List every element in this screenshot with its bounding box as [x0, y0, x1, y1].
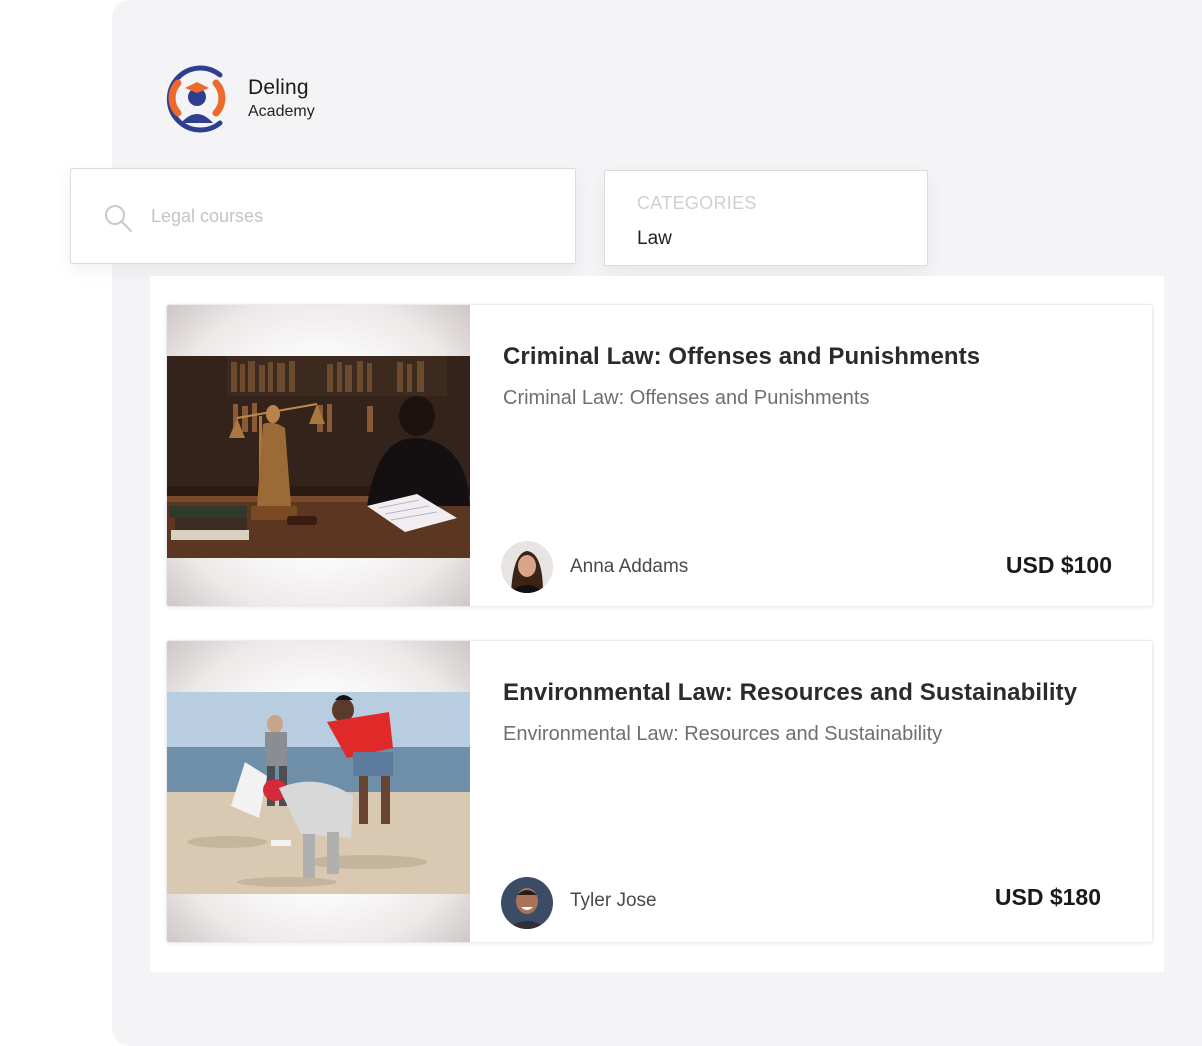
course-price: USD $180 [994, 884, 1101, 910]
category-select[interactable]: CATEGORIES Law [604, 170, 928, 266]
course-price: USD $100 [1005, 552, 1112, 578]
course-subtitle: Environmental Law: Resources and Sustain… [503, 723, 943, 745]
instructor-name: Anna Addams [570, 556, 689, 577]
course-list: Criminal Law: Offenses and Punishments C… [150, 276, 1164, 972]
academy-logo-icon [163, 61, 233, 137]
instructor-avatar [501, 877, 553, 929]
brand-subtitle: Academy [248, 103, 315, 120]
brand-name: Deling [248, 76, 309, 99]
category-value: Law [637, 228, 672, 249]
course-subtitle: Criminal Law: Offenses and Punishments [503, 387, 870, 409]
course-card[interactable]: Environmental Law: Resources and Sustain… [166, 640, 1153, 943]
course-thumbnail[interactable] [167, 305, 470, 606]
instructor-avatar [501, 541, 553, 593]
lady-justice-image [167, 356, 470, 558]
category-label: CATEGORIES [637, 193, 757, 213]
course-thumbnail[interactable] [167, 641, 470, 942]
course-title[interactable]: Environmental Law: Resources and Sustain… [503, 679, 1077, 707]
search-icon [103, 203, 133, 233]
course-title[interactable]: Criminal Law: Offenses and Punishments [503, 343, 980, 371]
search-box[interactable] [70, 168, 576, 264]
instructor-name: Tyler Jose [570, 890, 657, 911]
search-input[interactable] [151, 199, 541, 233]
course-card[interactable]: Criminal Law: Offenses and Punishments C… [166, 304, 1153, 607]
beach-cleanup-image [167, 692, 470, 894]
